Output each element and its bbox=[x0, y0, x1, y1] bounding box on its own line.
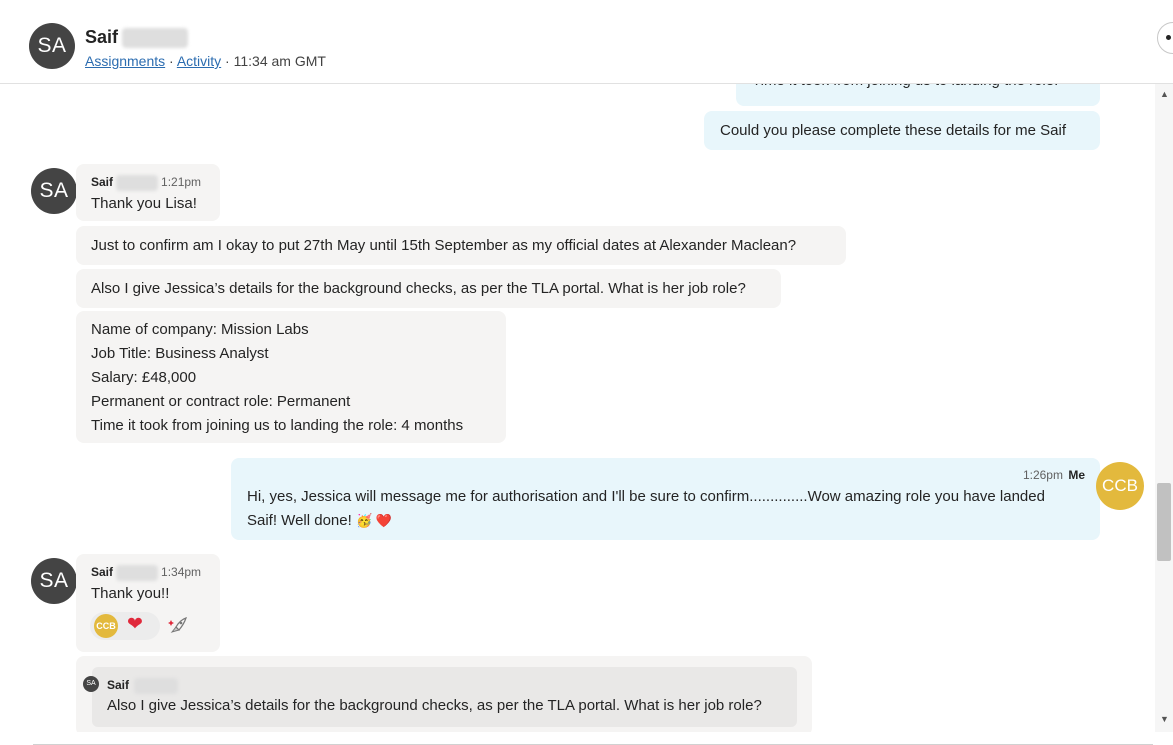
message-line: Saif! Well done! 🥳 ❤️ bbox=[247, 509, 1087, 533]
quote-meta: Saif bbox=[107, 677, 179, 694]
detail-line: Permanent or contract role: Permanent bbox=[91, 393, 351, 410]
detail-line: Job Title: Business Analyst bbox=[91, 345, 269, 362]
contact-avatar[interactable]: SA bbox=[29, 23, 75, 69]
activity-link[interactable]: Activity bbox=[177, 53, 221, 69]
redacted-surname bbox=[122, 28, 189, 49]
heart-icon: ❤ bbox=[127, 614, 143, 635]
message-text: Just to confirm am I okay to put 27th Ma… bbox=[91, 237, 797, 254]
sender-avatar[interactable]: SA bbox=[31, 168, 77, 214]
redacted-surname bbox=[134, 677, 179, 694]
message-time: 1:26pm bbox=[1022, 468, 1063, 482]
message-text: Could you please complete these details … bbox=[720, 122, 1067, 139]
emoji: 🥳 ❤️ bbox=[355, 513, 392, 528]
message-line: Hi, yes, Jessica will message me for aut… bbox=[247, 488, 1045, 505]
message-meta: Saif 1:34pm bbox=[91, 564, 201, 581]
detail-line: Salary: £48,000 bbox=[91, 369, 197, 386]
message-text: Time it took from joining us to landing … bbox=[752, 84, 1058, 93]
separator: · bbox=[165, 53, 177, 69]
message-line-text: Saif! Well done! bbox=[247, 512, 356, 529]
message-time: 1:21pm bbox=[161, 175, 202, 189]
sparkle-rocket-icon bbox=[168, 617, 187, 633]
scroll-down-icon[interactable]: ▼ bbox=[1160, 714, 1169, 724]
quote-sender: Saif bbox=[107, 678, 130, 692]
quote-avatar: SA bbox=[83, 676, 99, 692]
contact-name-text: Saif bbox=[85, 27, 119, 47]
header-subline: Assignments · Activity · 11:34 am GMT bbox=[85, 53, 326, 69]
message-meta: 1:26pm Me bbox=[1023, 467, 1085, 483]
more-options-button[interactable] bbox=[1157, 22, 1173, 54]
message-list[interactable]: Time it took from joining us to landing … bbox=[20, 84, 1155, 732]
add-reaction-icon[interactable] bbox=[168, 616, 188, 636]
sender-name: Me bbox=[1068, 468, 1085, 482]
detail-line: Name of company: Mission Labs bbox=[91, 321, 309, 338]
sender-name: Saif bbox=[91, 175, 114, 189]
scrollbar-track[interactable] bbox=[1155, 84, 1173, 732]
assignments-link[interactable]: Assignments bbox=[85, 53, 165, 69]
message-time: 1:34pm bbox=[161, 565, 202, 579]
chat-header: SA Saif Assignments · Activity · 11:34 a… bbox=[0, 0, 1173, 84]
my-message[interactable]: Could you please complete these details … bbox=[704, 111, 1100, 150]
message-meta: Saif 1:21pm bbox=[91, 174, 201, 191]
scroll-up-icon[interactable]: ▲ bbox=[1160, 89, 1169, 99]
redacted-surname bbox=[116, 564, 159, 581]
message-text: Thank you Lisa! bbox=[91, 195, 197, 212]
message-text: Also I give Jessica’s details for the ba… bbox=[91, 280, 746, 297]
incoming-message[interactable]: Just to confirm am I okay to put 27th Ma… bbox=[76, 226, 846, 265]
more-icon bbox=[1166, 35, 1171, 40]
incoming-message[interactable]: Saif 1:21pm Thank you Lisa! bbox=[76, 164, 220, 221]
quote-text: Also I give Jessica’s details for the ba… bbox=[107, 697, 762, 714]
redacted-surname bbox=[116, 174, 159, 191]
my-message[interactable]: 1:26pm Me Hi, yes, Jessica will message … bbox=[231, 458, 1100, 540]
incoming-message[interactable]: Saif 1:34pm Thank you!! CCB ❤ bbox=[76, 554, 220, 652]
detail-line: Time it took from joining us to landing … bbox=[91, 417, 464, 434]
sender-avatar[interactable]: SA bbox=[31, 558, 77, 604]
quoted-message[interactable]: SA Saif Also I give Jessica’s details fo… bbox=[83, 667, 797, 727]
reactor-avatar: CCB bbox=[94, 614, 118, 638]
sender-name: Saif bbox=[91, 565, 114, 579]
incoming-message[interactable]: Name of company: Mission Labs Job Title:… bbox=[76, 311, 506, 443]
contact-name: Saif bbox=[85, 27, 189, 49]
details-list: Name of company: Mission Labs Job Title:… bbox=[91, 318, 463, 438]
incoming-message[interactable]: SA Saif Also I give Jessica’s details fo… bbox=[76, 656, 812, 732]
reaction-pill[interactable]: CCB ❤ bbox=[90, 612, 160, 640]
my-message[interactable]: Time it took from joining us to landing … bbox=[736, 84, 1100, 106]
message-text: Hi, yes, Jessica will message me for aut… bbox=[247, 485, 1087, 533]
my-avatar[interactable]: CCB bbox=[1096, 462, 1144, 510]
incoming-message[interactable]: Also I give Jessica’s details for the ba… bbox=[76, 269, 781, 308]
message-text: Thank you!! bbox=[91, 585, 170, 602]
local-time: · 11:34 am GMT bbox=[221, 53, 326, 69]
scrollbar-thumb[interactable] bbox=[1157, 483, 1171, 561]
